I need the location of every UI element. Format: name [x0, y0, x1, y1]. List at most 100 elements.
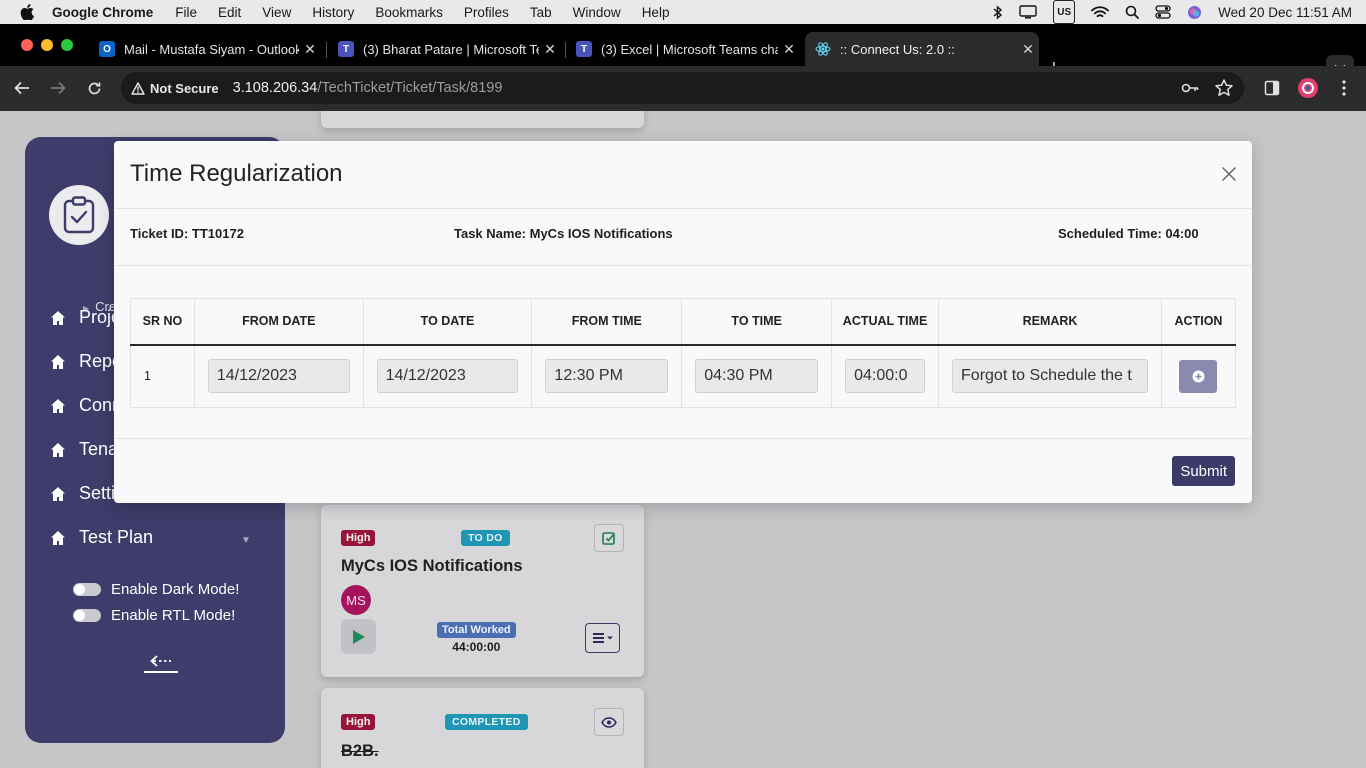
- home-icon: [51, 354, 65, 369]
- tab-connect-us[interactable]: :: Connect Us: 2.0 :: ✕: [805, 32, 1039, 66]
- key-icon[interactable]: [1180, 78, 1200, 98]
- siri-icon[interactable]: [1187, 0, 1202, 24]
- url-text[interactable]: 3.108.206.34/TechTicket/Ticket/Task/8199: [233, 80, 503, 96]
- task-name: Task Name: MyCs IOS Notifications: [454, 226, 673, 241]
- status-badge: TO DO: [461, 530, 510, 546]
- remark-input[interactable]: Forgot to Schedule the t: [952, 359, 1148, 394]
- back-arrow-icon[interactable]: [11, 77, 33, 99]
- display-icon[interactable]: [1019, 0, 1037, 24]
- task-title[interactable]: B2B.: [341, 742, 379, 761]
- rtl-mode-toggle-row[interactable]: Enable RTL Mode!: [73, 607, 235, 624]
- collapse-sidebar-button[interactable]: [143, 655, 179, 679]
- app-name[interactable]: Google Chrome: [52, 5, 153, 20]
- tab-outlook[interactable]: O Mail - Mustafa Siyam - Outlook ✕: [89, 32, 321, 66]
- window-close-button[interactable]: [21, 39, 33, 51]
- warning-triangle-icon: [131, 81, 145, 95]
- column-header: FROM TIME: [531, 298, 683, 346]
- teams-icon: T: [338, 41, 354, 57]
- keyboard-layout-badge[interactable]: US: [1053, 0, 1076, 24]
- play-icon[interactable]: [341, 619, 376, 654]
- home-icon: [51, 486, 65, 501]
- submit-button[interactable]: Submit: [1172, 456, 1235, 486]
- sidebar-item-reports[interactable]: Repo: [50, 351, 122, 372]
- address-bar[interactable]: Not Secure 3.108.206.34/TechTicket/Ticke…: [121, 72, 1244, 104]
- to-time-input[interactable]: 04:30 PM: [695, 359, 819, 394]
- action-cell: [1160, 344, 1237, 408]
- macos-menubar: Google Chrome File Edit View History Boo…: [0, 0, 1366, 24]
- task-title[interactable]: MyCs IOS Notifications: [341, 557, 523, 576]
- forward-arrow-icon[interactable]: [47, 77, 69, 99]
- task-card[interactable]: High COMPLETED B2B.: [321, 688, 644, 768]
- kebab-menu-icon[interactable]: [1332, 76, 1356, 100]
- to-date-input[interactable]: 14/12/2023: [376, 359, 519, 394]
- sidebar-item-projects[interactable]: Proje: [50, 307, 121, 328]
- tab-close-icon[interactable]: ✕: [1017, 41, 1039, 58]
- tab-title: Mail - Mustafa Siyam - Outlook: [124, 41, 299, 57]
- task-card[interactable]: High TO DO MyCs IOS Notifications MS Tot…: [321, 505, 644, 677]
- profile-avatar-icon[interactable]: [1296, 76, 1320, 100]
- react-icon: [815, 41, 831, 57]
- menu-help[interactable]: Help: [642, 5, 670, 20]
- sr-no-cell: 1: [130, 344, 195, 408]
- total-worked-label: Total Worked: [437, 622, 516, 638]
- side-panel-icon[interactable]: [1260, 76, 1284, 100]
- assignee-avatar[interactable]: MS: [341, 585, 371, 615]
- bluetooth-icon[interactable]: [993, 0, 1003, 24]
- menu-history[interactable]: History: [312, 5, 354, 20]
- add-row-button[interactable]: [1179, 359, 1218, 393]
- modal-footer: Submit: [114, 438, 1252, 503]
- control-center-icon[interactable]: [1155, 0, 1171, 24]
- menu-file[interactable]: File: [175, 5, 197, 20]
- priority-badge: High: [341, 714, 376, 730]
- tab-close-icon[interactable]: ✕: [778, 41, 800, 58]
- rtl-mode-toggle[interactable]: [73, 609, 101, 622]
- total-worked: Total Worked 44:00:00: [437, 620, 516, 654]
- menu-view[interactable]: View: [262, 5, 291, 20]
- dark-mode-toggle-row[interactable]: Enable Dark Mode!: [73, 581, 239, 598]
- edit-icon[interactable]: [594, 524, 624, 552]
- sidebar-item-label: Test Plan: [79, 527, 154, 547]
- menu-edit[interactable]: Edit: [218, 5, 241, 20]
- status-badge: COMPLETED: [445, 714, 528, 730]
- column-header: REMARK: [938, 298, 1162, 346]
- tab-separator: [326, 42, 327, 58]
- chevron-down-icon[interactable]: ▼: [241, 535, 251, 546]
- sidebar-item-label: Tena: [79, 439, 119, 459]
- tab-teams-excel[interactable]: T (3) Excel | Microsoft Teams chat ✕: [566, 32, 800, 66]
- from-time-input[interactable]: 12:30 PM: [545, 359, 669, 394]
- bookmark-star-icon[interactable]: [1214, 78, 1234, 98]
- task-card-top[interactable]: [321, 111, 644, 128]
- sidebar-item-connect[interactable]: Conn: [50, 395, 122, 416]
- window-minimize-button[interactable]: [41, 39, 53, 51]
- home-icon: [51, 310, 65, 325]
- to-date-cell: 14/12/2023: [362, 344, 533, 408]
- clipboard-check-icon[interactable]: [49, 185, 109, 245]
- dark-mode-label: Enable Dark Mode!: [111, 581, 240, 598]
- from-time-cell: 12:30 PM: [531, 344, 683, 408]
- sidebar-item-tenants[interactable]: Tena: [50, 439, 118, 460]
- apple-logo-icon[interactable]: [20, 4, 38, 20]
- remark-cell: Forgot to Schedule the t: [938, 344, 1162, 408]
- window-zoom-button[interactable]: [61, 39, 73, 51]
- close-icon[interactable]: [1218, 163, 1240, 185]
- task-menu-dropdown[interactable]: [585, 623, 620, 653]
- sidebar-item-test-plan[interactable]: Test Plan: [50, 527, 153, 548]
- eye-icon[interactable]: [594, 708, 624, 736]
- wifi-icon[interactable]: [1091, 0, 1110, 24]
- actual-time-input[interactable]: 04:00:0: [845, 359, 926, 394]
- tab-close-icon[interactable]: ✕: [299, 41, 321, 58]
- menu-window[interactable]: Window: [573, 5, 621, 20]
- clock[interactable]: Wed 20 Dec 11:51 AM: [1218, 5, 1352, 20]
- tab-close-icon[interactable]: ✕: [539, 41, 561, 58]
- from-date-input[interactable]: 14/12/2023: [207, 359, 350, 394]
- menu-profiles[interactable]: Profiles: [464, 5, 509, 20]
- security-indicator[interactable]: Not Secure: [131, 81, 219, 96]
- dark-mode-toggle[interactable]: [73, 583, 101, 596]
- reload-icon[interactable]: [83, 77, 105, 99]
- tab-teams-bharat[interactable]: T (3) Bharat Patare | Microsoft Teams ✕: [328, 32, 561, 66]
- menu-tab[interactable]: Tab: [530, 5, 552, 20]
- spotlight-search-icon[interactable]: [1125, 0, 1140, 24]
- ticket-id: Ticket ID: TT10172: [130, 226, 244, 241]
- menu-bookmarks[interactable]: Bookmarks: [375, 5, 443, 20]
- rtl-mode-label: Enable RTL Mode!: [111, 607, 236, 624]
